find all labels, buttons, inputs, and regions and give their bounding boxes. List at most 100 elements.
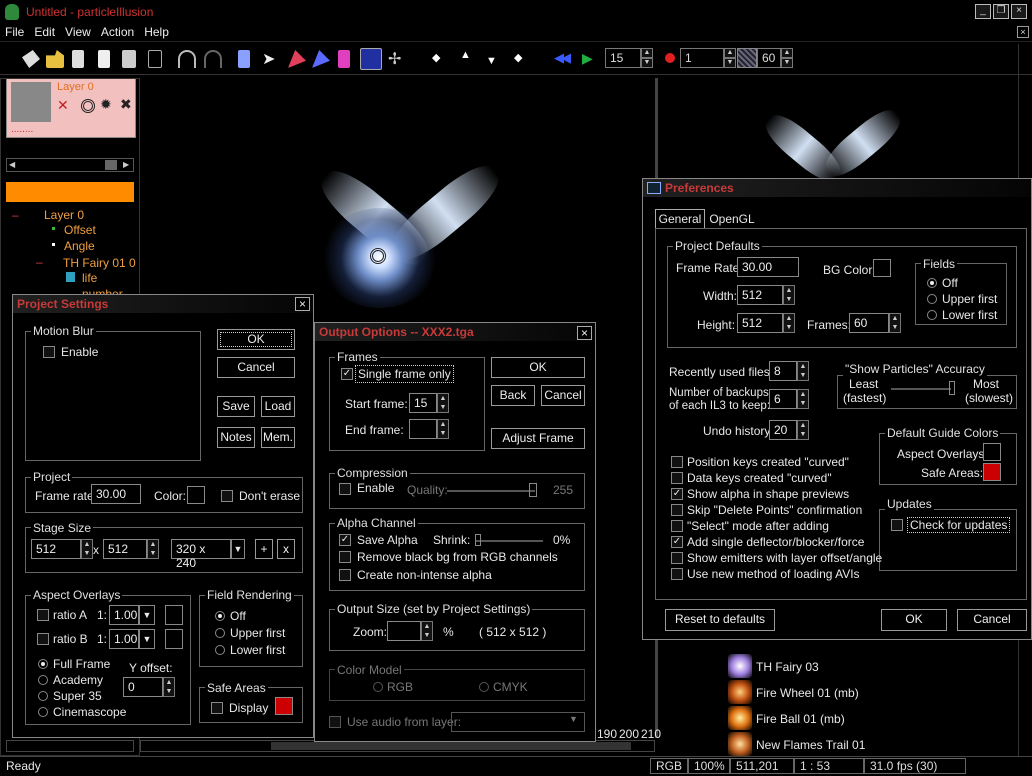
reset-defaults-button[interactable]: Reset to defaults — [665, 609, 775, 631]
accuracy-slider[interactable] — [891, 388, 951, 390]
load-button[interactable]: Load — [261, 396, 295, 417]
full-frame-radio[interactable] — [38, 659, 48, 669]
ok-button[interactable]: OK — [217, 329, 295, 350]
width-spin-icon[interactable]: ▲ ▼ — [81, 539, 93, 559]
record-down-icon[interactable]: ▼ — [724, 58, 736, 68]
mdi-close-icon[interactable]: × — [1017, 26, 1029, 38]
height-field[interactable]: 512 — [737, 313, 783, 333]
tree-life[interactable]: life — [82, 271, 97, 285]
fps-up-icon[interactable]: ▲ — [781, 48, 793, 58]
ok-button[interactable]: OK — [491, 357, 585, 378]
notes-button[interactable]: Notes — [217, 427, 255, 448]
start-spin-icon[interactable]: ▲ ▼ — [437, 393, 449, 413]
end-spin-icon[interactable]: ▲ ▼ — [437, 419, 449, 439]
list-item[interactable]: TH Fairy 03 — [728, 654, 1028, 680]
end-frame-field[interactable] — [409, 419, 437, 439]
check-updates-checkbox[interactable] — [891, 519, 903, 531]
book-icon[interactable] — [122, 50, 136, 68]
aspect-color-swatch[interactable] — [983, 443, 1001, 461]
undo-icon[interactable] — [178, 50, 196, 68]
record-field[interactable]: 1 — [680, 48, 724, 68]
pref-checkbox[interactable] — [671, 472, 683, 484]
backups-spin-icon[interactable]: ▲ ▼ — [797, 389, 809, 409]
stage-width-field[interactable]: 512 — [31, 539, 81, 559]
chevron-down-icon[interactable]: ▼ — [139, 605, 155, 625]
frames-field[interactable]: 60 — [849, 313, 889, 333]
super35-radio[interactable] — [38, 691, 48, 701]
tree-collapse-icon[interactable]: – — [12, 208, 19, 222]
fps-down-icon[interactable]: ▼ — [781, 58, 793, 68]
cancel-button[interactable]: Cancel — [541, 385, 585, 406]
record-icon[interactable] — [665, 53, 675, 63]
bg-color-swatch[interactable] — [873, 259, 891, 277]
list-item[interactable]: Fire Wheel 01 (mb) — [728, 680, 1028, 706]
tree-layer0[interactable]: Layer 0 — [44, 208, 84, 222]
zoom-spin-icon[interactable]: ▲ ▼ — [421, 621, 433, 641]
width-field[interactable]: 512 — [737, 285, 783, 305]
cinemascope-radio[interactable] — [38, 707, 48, 717]
tree-offset[interactable]: Offset — [64, 223, 96, 237]
menu-file[interactable]: File — [0, 24, 29, 40]
quality-slider-thumb[interactable] — [529, 483, 537, 497]
single-frame-checkbox[interactable]: ✓ — [341, 368, 353, 380]
cmyk-radio[interactable] — [479, 682, 489, 692]
particle-icon[interactable] — [360, 48, 382, 70]
audio-layer-select[interactable] — [451, 712, 585, 732]
play-icon[interactable]: ▶ — [582, 50, 593, 67]
pref-checkbox[interactable] — [671, 456, 683, 468]
tab-general[interactable]: General — [655, 209, 705, 228]
menu-view[interactable]: View — [60, 24, 96, 40]
frame-down-icon[interactable]: ▼ — [641, 58, 653, 68]
layer-icon[interactable] — [238, 50, 250, 68]
nudge-left-icon[interactable]: ◆ — [432, 51, 440, 64]
recent-files-field[interactable]: 8 — [769, 361, 797, 381]
close-icon[interactable]: × — [577, 326, 592, 340]
motion-blur-checkbox[interactable] — [43, 346, 55, 358]
recent-spin-icon[interactable]: ▲ ▼ — [797, 361, 809, 381]
box-icon[interactable] — [148, 50, 162, 68]
tree-collapse-icon[interactable]: – — [36, 255, 43, 269]
tree-angle[interactable]: Angle — [64, 239, 95, 253]
nudge-up-icon[interactable]: ▲ — [460, 49, 471, 61]
close-icon[interactable]: × — [1011, 4, 1027, 19]
pref-checkbox[interactable] — [671, 552, 683, 564]
shrink-slider-thumb[interactable] — [475, 534, 481, 546]
field-off-radio[interactable] — [927, 278, 937, 288]
pref-checkbox[interactable] — [671, 568, 683, 580]
menu-action[interactable]: Action — [96, 24, 139, 40]
shrink-slider[interactable] — [475, 540, 543, 542]
frame-rate-field[interactable]: 30.00 — [737, 257, 799, 277]
chevron-down-icon[interactable]: ▼ — [569, 714, 578, 724]
nudge-down-icon[interactable]: ▼ — [486, 55, 497, 67]
page-icon[interactable] — [72, 50, 84, 68]
timeline-scroll-thumb[interactable] — [271, 742, 631, 750]
list-item[interactable]: New Flames Trail 01 — [728, 732, 1028, 758]
chevron-down-icon[interactable]: ▼ — [139, 629, 155, 649]
accuracy-slider-thumb[interactable] — [949, 381, 955, 395]
field-upper-radio[interactable] — [215, 628, 225, 638]
pref-checkbox[interactable]: ✓ — [671, 536, 683, 548]
compression-checkbox[interactable] — [339, 483, 351, 495]
academy-radio[interactable] — [38, 675, 48, 685]
adjust-frame-button[interactable]: Adjust Frame — [491, 428, 585, 449]
ratio-a-color[interactable] — [165, 605, 183, 625]
ratio-b-checkbox[interactable] — [37, 633, 49, 645]
dont-erase-checkbox[interactable] — [221, 490, 233, 502]
current-frame-field[interactable]: 15 — [605, 48, 641, 68]
left-bottom-scrollbar[interactable] — [6, 740, 134, 752]
menu-edit[interactable]: Edit — [29, 24, 60, 40]
field-off-radio[interactable] — [215, 611, 225, 621]
height-spin-icon[interactable]: ▲ ▼ — [783, 313, 795, 333]
wand-icon[interactable]: ✢ — [388, 49, 401, 69]
minimize-icon[interactable]: _ — [975, 4, 991, 19]
save-icon[interactable] — [98, 50, 110, 68]
save-button[interactable]: Save — [217, 396, 255, 417]
menu-help[interactable]: Help — [139, 24, 174, 40]
checker-icon[interactable] — [737, 48, 757, 68]
ratio-a-field[interactable]: 1.00 — [109, 605, 139, 625]
cancel-button[interactable]: Cancel — [217, 357, 295, 378]
color-swatch[interactable] — [187, 486, 205, 504]
ratio-b-color[interactable] — [165, 629, 183, 649]
record-up-icon[interactable]: ▲ — [724, 48, 736, 58]
frames-spin-icon[interactable]: ▲ ▼ — [889, 313, 901, 333]
